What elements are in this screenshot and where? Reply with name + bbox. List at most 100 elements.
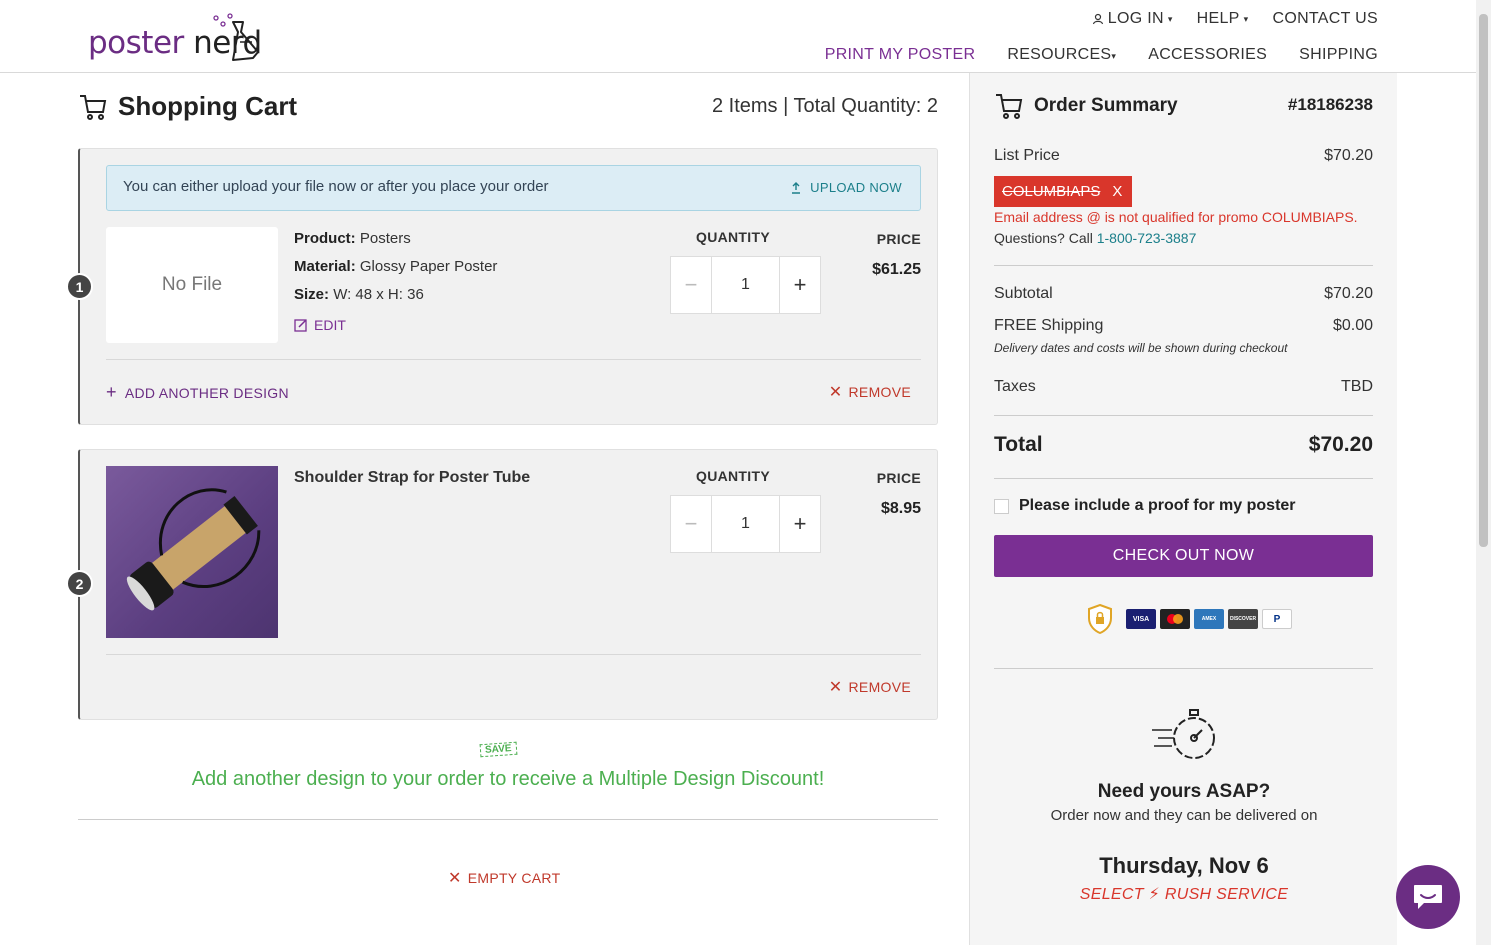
help-menu[interactable]: HELP ▾ — [1197, 10, 1249, 28]
visa-card-icon: VISA — [1126, 609, 1156, 629]
questions-label: Questions? Call — [994, 230, 1093, 246]
close-icon: ✕ — [828, 384, 843, 401]
amex-card-icon: AMEX — [1194, 609, 1224, 629]
upload-now-label: UPLOAD NOW — [810, 180, 902, 195]
subtotal-label: Subtotal — [994, 285, 1053, 302]
contact-link[interactable]: CONTACT US — [1272, 10, 1378, 28]
remove-item-button[interactable]: ✕ REMOVE — [829, 677, 911, 697]
quantity-header: QUANTITY — [696, 229, 770, 245]
login-link[interactable]: LOG IN ▾ — [1092, 10, 1173, 28]
item-name: Shoulder Strap for Poster Tube — [294, 469, 531, 486]
remove-item-button[interactable]: ✕ REMOVE — [829, 382, 911, 402]
promo-code-text: COLUMBIAPS — [1002, 183, 1101, 200]
flask-icon — [213, 13, 259, 61]
list-price-row: List Price $70.20 — [994, 147, 1373, 165]
chat-bubble-icon — [1414, 885, 1442, 909]
size-value: W: 48 x H: 36 — [333, 286, 424, 303]
material-value: Glossy Paper Poster — [359, 258, 498, 275]
cart-heading: Shopping Cart — [78, 91, 297, 122]
edit-item-button[interactable]: EDIT — [294, 317, 346, 333]
remove-label: REMOVE — [848, 384, 911, 400]
site-header: poster nerd LOG IN ▾ HELP ▾ CONTACT US PRI… — [0, 0, 1476, 73]
delivery-note: Delivery dates and costs will be shown d… — [994, 341, 1288, 355]
product-label: Product: — [294, 230, 356, 247]
quantity-input[interactable]: 1 — [712, 496, 779, 552]
decrease-quantity-button[interactable]: − — [671, 496, 712, 552]
lightning-icon: ⚡ — [1148, 886, 1161, 903]
nav-resources[interactable]: RESOURCES▾ — [1007, 46, 1116, 64]
scrollbar-thumb[interactable] — [1479, 14, 1488, 547]
add-another-design-button[interactable]: + ADD ANOTHER DESIGN — [106, 382, 289, 403]
paypal-icon: P — [1262, 609, 1292, 629]
size-label: Size: — [294, 286, 330, 303]
upload-now-button[interactable]: UPLOAD NOW — [790, 180, 902, 195]
nav-accessories[interactable]: ACCESSORIES — [1148, 46, 1267, 64]
nav-shipping[interactable]: SHIPPING — [1299, 46, 1378, 64]
price-header: PRICE — [876, 231, 921, 247]
add-design-label: ADD ANOTHER DESIGN — [124, 384, 289, 401]
edit-label: EDIT — [314, 317, 346, 333]
remove-promo-button[interactable]: X — [1112, 183, 1122, 200]
list-price-value: $70.20 — [1324, 147, 1373, 164]
no-file-thumbnail: No File — [106, 227, 278, 343]
summary-divider — [994, 668, 1373, 669]
questions-line: Questions? Call 1-800-723-3887 — [994, 230, 1196, 246]
page-scrollbar[interactable] — [1476, 0, 1491, 945]
upload-notice-text: You can either upload your file now or a… — [123, 178, 549, 195]
price-header: PRICE — [876, 470, 921, 486]
close-icon: ✕ — [828, 679, 843, 696]
order-summary-heading: Order Summary — [994, 91, 1178, 121]
chevron-down-icon: ▾ — [1243, 13, 1249, 24]
chevron-down-icon: ▾ — [1111, 51, 1117, 61]
checkout-button[interactable]: CHECK OUT NOW — [994, 535, 1373, 577]
empty-cart-button[interactable]: ✕ EMPTY CART — [448, 868, 560, 888]
item-number-badge: 2 — [66, 570, 93, 597]
phone-link[interactable]: 1-800-723-3887 — [1097, 230, 1197, 246]
item-number-badge: 1 — [66, 273, 93, 300]
total-label: Total — [994, 433, 1043, 456]
item-specs: Product: Posters Material: Glossy Paper … — [294, 225, 497, 309]
rush-service-link[interactable]: SELECT ⚡ RUSH SERVICE — [970, 884, 1398, 904]
user-icon — [1092, 13, 1103, 25]
save-tag-icon: SAVE — [479, 741, 517, 758]
order-summary-panel: Order Summary #18186238 List Price $70.2… — [969, 73, 1397, 945]
total-row: Total $70.20 — [994, 433, 1373, 457]
upload-notice: You can either upload your file now or a… — [106, 165, 921, 211]
section-divider — [78, 819, 938, 820]
quantity-header: QUANTITY — [696, 468, 770, 484]
quantity-stepper: − 1 + — [670, 256, 821, 314]
increase-quantity-button[interactable]: + — [779, 496, 820, 552]
total-value: $70.20 — [1308, 433, 1373, 456]
item-divider — [106, 654, 921, 655]
summary-divider — [994, 415, 1373, 416]
shoulder-strap-product-image — [106, 466, 278, 638]
secure-shield-icon — [1088, 604, 1112, 634]
cart-icon — [80, 94, 107, 120]
empty-cart-label: EMPTY CART — [467, 870, 561, 886]
proof-checkbox[interactable] — [994, 498, 1009, 514]
poster-nerd-logo[interactable]: poster nerd — [88, 12, 268, 62]
shipping-label: FREE Shipping — [994, 317, 1104, 334]
rush-service-label: RUSH SERVICE — [1164, 886, 1289, 903]
cart-count-summary: 2 Items | Total Quantity: 2 — [711, 95, 938, 117]
chat-button[interactable] — [1396, 865, 1460, 929]
page-title: Shopping Cart — [118, 91, 298, 121]
shipping-row: FREE Shipping $0.00 — [994, 317, 1373, 335]
chevron-down-icon: ▾ — [1167, 13, 1173, 24]
item-price: $61.25 — [872, 261, 921, 278]
promo-error-message: Email address @ is not qualified for pro… — [994, 209, 1358, 225]
decrease-quantity-button[interactable]: − — [671, 257, 712, 313]
quantity-input[interactable]: 1 — [712, 257, 779, 313]
nav-print-my-poster[interactable]: PRINT MY POSTER — [825, 46, 976, 64]
login-label: LOG IN — [1107, 10, 1164, 27]
payment-methods: VISA AMEX DISCOVER P — [1088, 604, 1292, 634]
item-price: $8.95 — [880, 500, 921, 517]
delivery-date: Thursday, Nov 6 — [1099, 853, 1269, 878]
shipping-value: $0.00 — [1332, 317, 1373, 334]
increase-quantity-button[interactable]: + — [779, 257, 820, 313]
taxes-label: Taxes — [994, 378, 1036, 395]
subtotal-value: $70.20 — [1324, 285, 1373, 302]
discover-card-icon: DISCOVER — [1228, 609, 1258, 629]
asap-subtitle: Order now and they can be delivered on — [1050, 807, 1318, 824]
multiple-design-discount-message: Add another design to your order to rece… — [191, 768, 825, 790]
